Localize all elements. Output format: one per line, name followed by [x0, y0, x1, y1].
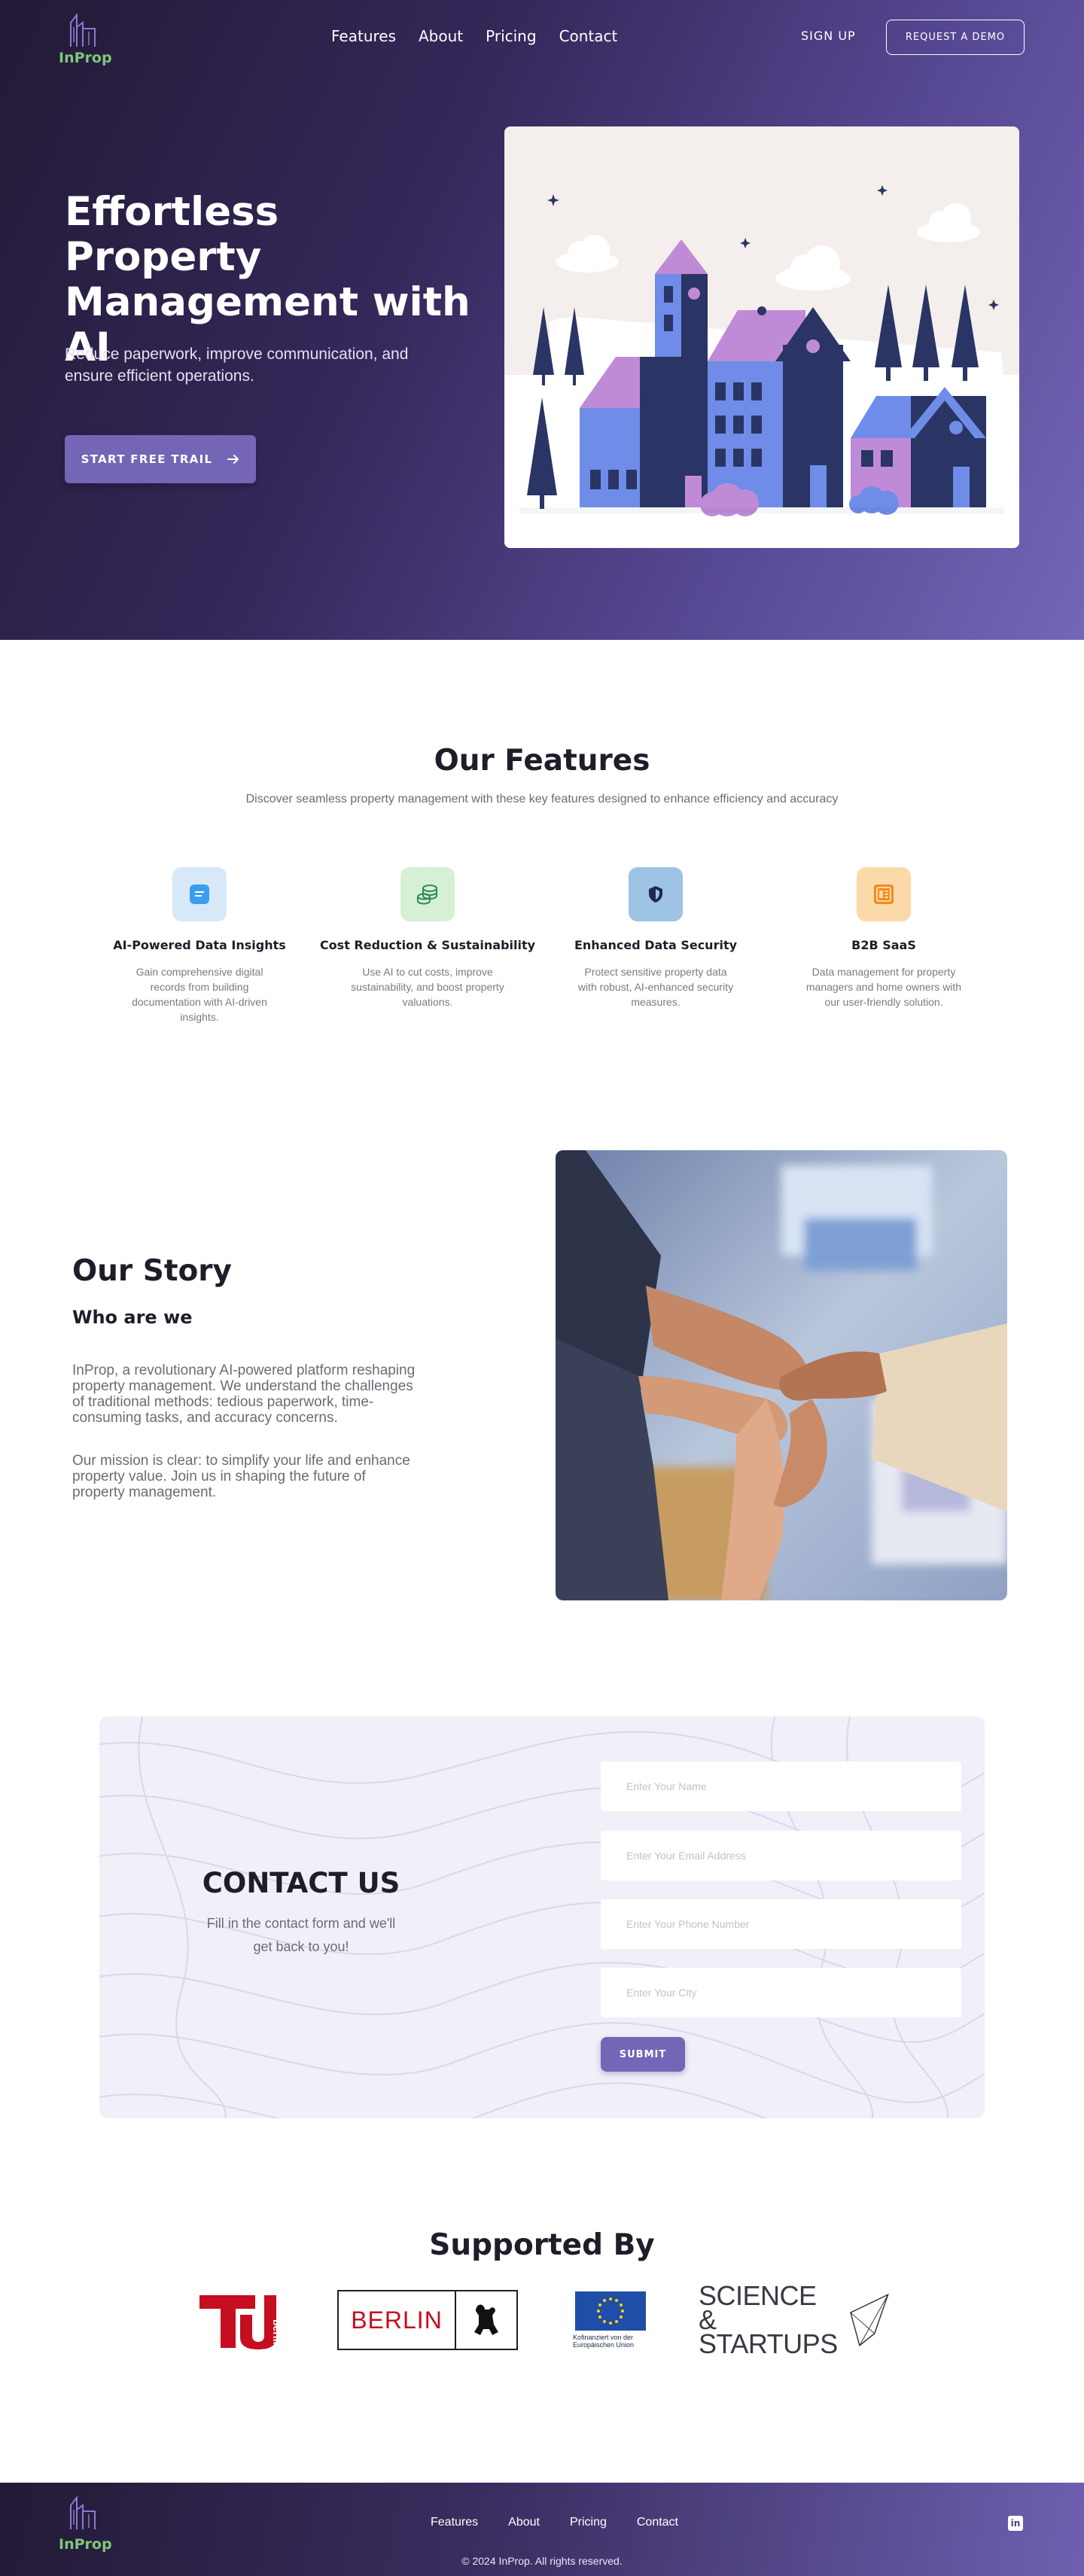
features-title: Our Features [434, 744, 650, 778]
crystal-icon [850, 2293, 890, 2347]
science-startups-logo: SCIENCE & STARTUPS [699, 2282, 890, 2358]
footer-logo[interactable]: InProp [59, 2495, 112, 2553]
feature-title: B2B SaaS [851, 938, 916, 952]
shield-icon [629, 867, 683, 921]
footer-brand-name: InProp [59, 2536, 112, 2553]
feature-title: Enhanced Data Security [574, 938, 738, 952]
linkedin-icon[interactable]: in [1008, 2516, 1023, 2531]
feature-card-b2b-saas: B2B SaaS Data management for property ma… [775, 867, 993, 1009]
tu-berlin-logo: berlin [196, 2288, 286, 2352]
story-paragraph-1: InProp, a revolutionary AI-powered platf… [72, 1363, 416, 1426]
feature-card-cost-reduction: Cost Reduction & Sustainability Use AI t… [318, 867, 537, 1009]
coins-icon [400, 867, 455, 921]
feature-description: Data management for property managers an… [805, 966, 962, 1008]
feature-description: Use AI to cut costs, improve sustainabil… [351, 966, 504, 1008]
bear-icon [456, 2291, 516, 2349]
team-hands-photo [556, 1150, 1007, 1600]
main-nav: Features About Pricing Contact [331, 27, 617, 45]
berlin-text: BERLIN [339, 2291, 456, 2349]
building-logo-icon [70, 13, 96, 47]
document-icon [857, 867, 911, 921]
nav-about[interactable]: About [419, 27, 463, 45]
feature-description: Gain comprehensive digital records from … [132, 966, 267, 1023]
chat-icon [172, 867, 227, 921]
story-subtitle: Who are we [72, 1307, 193, 1328]
footer-nav-features[interactable]: Features [431, 2516, 478, 2529]
eu-logo: Kofinanziert von der Europäischen Union [571, 2288, 650, 2352]
feature-card-data-security: Enhanced Data Security Protect sensitive… [547, 867, 765, 1009]
phone-field[interactable] [601, 1899, 961, 1949]
hero-subtitle: Reduce paperwork, improve communication,… [65, 346, 409, 385]
eu-caption: Kofinanziert von der Europäischen Union [573, 2334, 635, 2349]
story-paragraph-2: Our mission is clear: to simplify your l… [72, 1453, 410, 1500]
contact-title: CONTACT US [202, 1867, 400, 1899]
brand-name: InProp [59, 50, 112, 66]
email-field[interactable] [601, 1831, 961, 1880]
footer-nav: Features About Pricing Contact [431, 2516, 678, 2529]
signup-link[interactable]: SIGN UP [801, 29, 856, 43]
arrow-right-icon [227, 455, 239, 464]
footer-nav-pricing[interactable]: Pricing [570, 2516, 607, 2529]
feature-card-ai-insights: AI-Powered Data Insights Gain comprehens… [90, 867, 309, 1025]
berlin-logo: BERLIN [337, 2288, 518, 2352]
nav-pricing[interactable]: Pricing [486, 27, 536, 45]
submit-button[interactable]: SUBMIT [601, 2037, 685, 2072]
hero-illustration [504, 126, 1019, 548]
copyright: © 2024 InProp. All rights reserved. [461, 2555, 623, 2567]
feature-description: Protect sensitive property data with rob… [577, 966, 734, 1008]
startups-text: STARTUPS [699, 2328, 838, 2359]
nav-features[interactable]: Features [331, 27, 396, 45]
building-logo-icon [70, 2495, 96, 2529]
trial-button-label: START FREE TRAIL [81, 452, 213, 466]
science-text: SCIENCE & [699, 2280, 817, 2335]
footer-nav-contact[interactable]: Contact [637, 2516, 678, 2529]
start-free-trial-button[interactable]: START FREE TRAIL [65, 435, 256, 483]
name-field[interactable] [601, 1761, 961, 1811]
story-title: Our Story [72, 1254, 232, 1288]
tu-berlin-text: berlin [271, 2319, 283, 2348]
supported-title: Supported By [429, 2228, 655, 2262]
feature-title: AI-Powered Data Insights [113, 938, 286, 952]
contact-subtitle: Fill in the contact form and we'll get b… [206, 1916, 396, 1954]
features-subtitle: Discover seamless property management wi… [245, 793, 839, 805]
logo[interactable]: InProp [59, 12, 112, 66]
feature-title: Cost Reduction & Sustainability [319, 938, 536, 952]
eu-flag-icon [575, 2291, 646, 2331]
request-demo-button[interactable]: REQUEST A DEMO [886, 20, 1025, 55]
nav-contact[interactable]: Contact [559, 27, 618, 45]
city-field[interactable] [601, 1968, 961, 2017]
footer-nav-about[interactable]: About [508, 2516, 540, 2529]
